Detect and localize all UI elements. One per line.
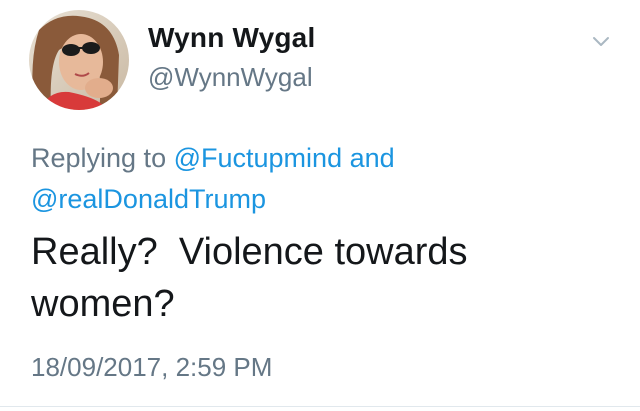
tweet-card: Wynn Wygal @WynnWygal Replying to @Fuctu… xyxy=(0,0,640,411)
reply-prefix: Replying to xyxy=(31,143,167,173)
reply-conjunction: and xyxy=(349,143,395,173)
tweet-text: Really? Violence towards women? xyxy=(31,226,591,330)
chevron-down-icon[interactable] xyxy=(590,30,612,52)
avatar[interactable] xyxy=(29,10,129,110)
reply-context: Replying to @Fuctupmind and @realDonaldT… xyxy=(31,138,591,220)
tweet-timestamp[interactable]: 18/09/2017, 2:59 PM xyxy=(31,352,272,383)
user-handle[interactable]: @WynnWygal xyxy=(148,62,313,93)
display-name[interactable]: Wynn Wygal xyxy=(148,22,315,54)
mention-link-realdonaldtrump[interactable]: @realDonaldTrump xyxy=(31,184,266,214)
profile-photo-icon xyxy=(29,10,129,110)
mention-link-fuctupmind[interactable]: @Fuctupmind xyxy=(174,143,342,173)
tweet-text-line: Really? Violence towards xyxy=(31,231,468,273)
tweet-text-line: women? xyxy=(31,283,175,325)
divider xyxy=(0,406,640,407)
